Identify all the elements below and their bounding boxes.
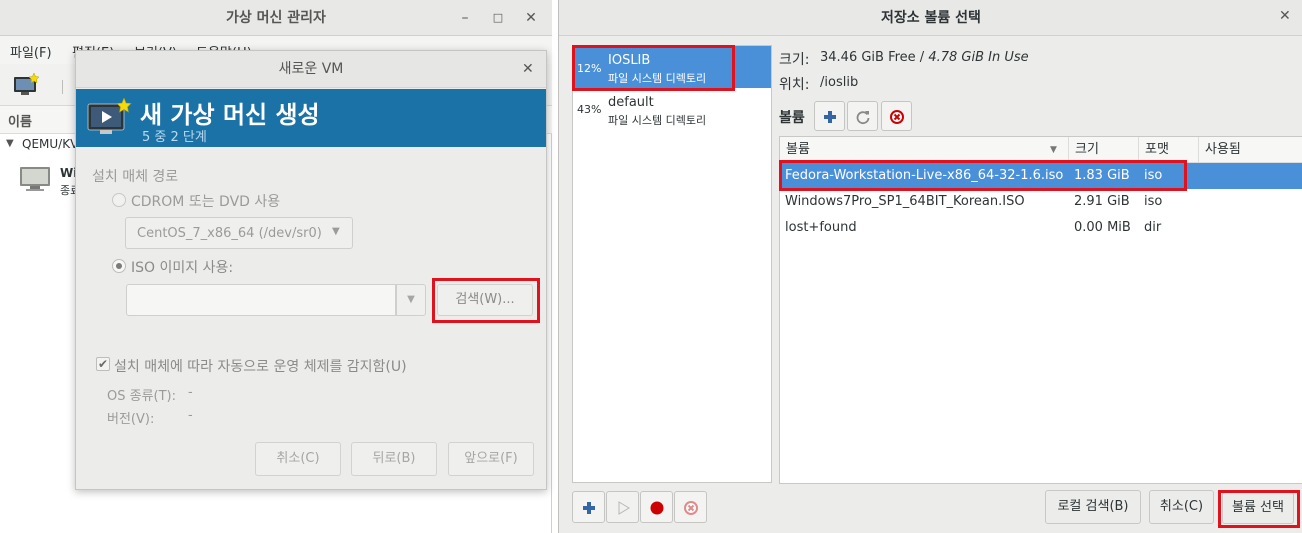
iso-label: ISO 이미지 사용:: [131, 260, 234, 276]
storage-title: 저장소 볼륨 선택: [881, 10, 981, 26]
stop-pool-button[interactable]: [640, 491, 673, 523]
volume-name: Fedora-Workstation-Live-x86_64-32-1.6.is…: [785, 168, 1064, 183]
volume-table: 볼륨 ▼ 크기 포맷 사용됨 Fedora-Workstation-Live-x8…: [779, 136, 1302, 484]
version-label: 버전(V):: [107, 412, 155, 427]
section-label: 설치 매체 경로: [92, 169, 179, 185]
add-pool-button[interactable]: [572, 491, 605, 523]
column-header-volume[interactable]: 볼륨 ▼: [780, 137, 1069, 163]
local-browse-button[interactable]: 로컬 검색(B): [1045, 490, 1141, 524]
close-icon[interactable]: ✕: [521, 8, 541, 28]
menu-file[interactable]: 파일(F): [10, 42, 52, 61]
os-type-value: -: [188, 385, 193, 400]
table-header: 볼륨 ▼ 크기 포맷 사용됨: [780, 137, 1302, 163]
refresh-icon: [856, 111, 870, 125]
wizard-close-icon[interactable]: ✕: [522, 61, 534, 77]
add-volume-button[interactable]: [814, 101, 845, 131]
expander-icon[interactable]: ▼: [6, 138, 14, 149]
cdrom-label: CDROM 또는 DVD 사용: [131, 194, 281, 210]
iso-dropdown-button[interactable]: ▼: [396, 284, 426, 316]
volume-format: iso: [1144, 168, 1163, 183]
delete-pool-button[interactable]: [674, 491, 707, 523]
cdrom-device-select[interactable]: CentOS_7_x86_64 (/dev/sr0) ▼: [125, 217, 353, 249]
volume-name: Windows7Pro_SP1_64BIT_Korean.ISO: [785, 194, 1025, 209]
delete-volume-button[interactable]: [881, 101, 912, 131]
volume-size: 0.00 MiB: [1074, 220, 1131, 235]
size-details: 34.46 GiB Free / 4.78 GiB In Use: [820, 50, 1029, 65]
new-vm-dialog: 새로운 VM ✕ 새 가상 머신 생성 5 중 2 단계 설치 매체 경로 CD…: [75, 50, 547, 490]
storage-volume-dialog: 저장소 볼륨 선택 ✕ 12% IOSLIB 파일 시스템 디렉토리 43% d…: [558, 0, 1302, 533]
table-row[interactable]: Fedora-Workstation-Live-x86_64-32-1.6.is…: [780, 163, 1302, 189]
version-value: -: [188, 408, 193, 423]
volume-size: 1.83 GiB: [1074, 168, 1130, 183]
size-sep: /: [915, 50, 929, 65]
volumes-label: 볼륨: [779, 110, 805, 126]
volume-name: lost+found: [785, 220, 857, 235]
size-free: 34.46 GiB Free: [820, 50, 916, 65]
new-vm-icon[interactable]: [12, 72, 40, 98]
wizard-banner: 새 가상 머신 생성 5 중 2 단계: [76, 89, 546, 147]
delete-icon: [890, 110, 904, 124]
forward-button[interactable]: 앞으로(F): [448, 442, 534, 476]
os-type-label: OS 종류(T):: [107, 389, 177, 404]
back-button[interactable]: 뒤로(B): [351, 442, 437, 476]
maximize-icon[interactable]: □: [488, 8, 508, 28]
volume-format: dir: [1144, 220, 1162, 235]
column-header-size[interactable]: 크기: [1069, 137, 1139, 163]
browse-button[interactable]: 검색(W)...: [437, 284, 533, 316]
location-value: /ioslib: [820, 75, 859, 90]
pool-type: 파일 시스템 디렉토리: [608, 72, 707, 85]
pool-type: 파일 시스템 디렉토리: [608, 114, 707, 127]
manager-titlebar: 가상 머신 관리자 – □ ✕: [0, 0, 552, 36]
volume-format: iso: [1144, 194, 1163, 209]
autodetect-label: 설치 매체에 따라 자동으로 운영 체제를 감지함(U): [114, 359, 407, 375]
table-row[interactable]: Windows7Pro_SP1_64BIT_Korean.ISO 2.91 Gi…: [780, 189, 1302, 215]
plus-icon: [583, 502, 595, 514]
column-header-format[interactable]: 포맷: [1139, 137, 1199, 163]
delete-icon: [684, 501, 698, 515]
volume-size: 2.91 GiB: [1074, 194, 1130, 209]
cdrom-radio[interactable]: [112, 193, 126, 207]
cdrom-device-value: CentOS_7_x86_64 (/dev/sr0): [137, 226, 322, 241]
storage-close-icon[interactable]: ✕: [1279, 8, 1291, 24]
pool-name: IOSLIB: [608, 53, 651, 68]
pool-usage: 12%: [577, 62, 602, 75]
location-label: 위치:: [779, 77, 810, 93]
pool-name: default: [608, 95, 654, 110]
cancel-button[interactable]: 취소(C): [255, 442, 341, 476]
vm-wizard-icon: [86, 97, 132, 138]
vm-monitor-icon: [18, 165, 54, 193]
plus-icon: [824, 111, 836, 123]
choose-volume-button[interactable]: 볼륨 선택: [1222, 492, 1294, 524]
wizard-titlebar: 새로운 VM ✕: [76, 51, 546, 88]
play-icon: [618, 501, 630, 515]
size-label: 크기:: [779, 52, 810, 68]
chevron-down-icon: ▼: [332, 226, 340, 237]
table-row[interactable]: lost+found 0.00 MiB dir: [780, 215, 1302, 241]
radio-dot-icon: [116, 263, 122, 269]
wizard-step: 5 중 2 단계: [142, 130, 207, 145]
column-header-used[interactable]: 사용됨: [1199, 137, 1302, 163]
pool-item-default[interactable]: 43% default 파일 시스템 디렉토리: [573, 92, 771, 132]
stop-icon: [650, 501, 664, 515]
pool-list: 12% IOSLIB 파일 시스템 디렉토리 43% default 파일 시스…: [572, 45, 772, 483]
minimize-icon[interactable]: –: [455, 8, 475, 28]
iso-radio[interactable]: [112, 259, 126, 273]
column-name-header[interactable]: 이름: [8, 111, 32, 130]
storage-cancel-button[interactable]: 취소(C): [1149, 490, 1214, 524]
wizard-window-title: 새로운 VM: [278, 61, 344, 77]
autodetect-checkbox[interactable]: ✔: [96, 357, 110, 371]
toolbar-separator: [62, 80, 63, 94]
start-pool-button[interactable]: [606, 491, 639, 523]
pool-item-ioslib[interactable]: 12% IOSLIB 파일 시스템 디렉토리: [573, 46, 771, 88]
pool-usage: 43%: [577, 103, 602, 116]
sort-down-icon: ▼: [1050, 145, 1057, 155]
iso-path-input[interactable]: [126, 284, 396, 316]
size-used: 4.78 GiB In Use: [928, 50, 1029, 65]
storage-titlebar: 저장소 볼륨 선택 ✕: [559, 0, 1302, 36]
wizard-heading: 새 가상 머신 생성: [140, 101, 320, 129]
refresh-button[interactable]: [847, 101, 878, 131]
